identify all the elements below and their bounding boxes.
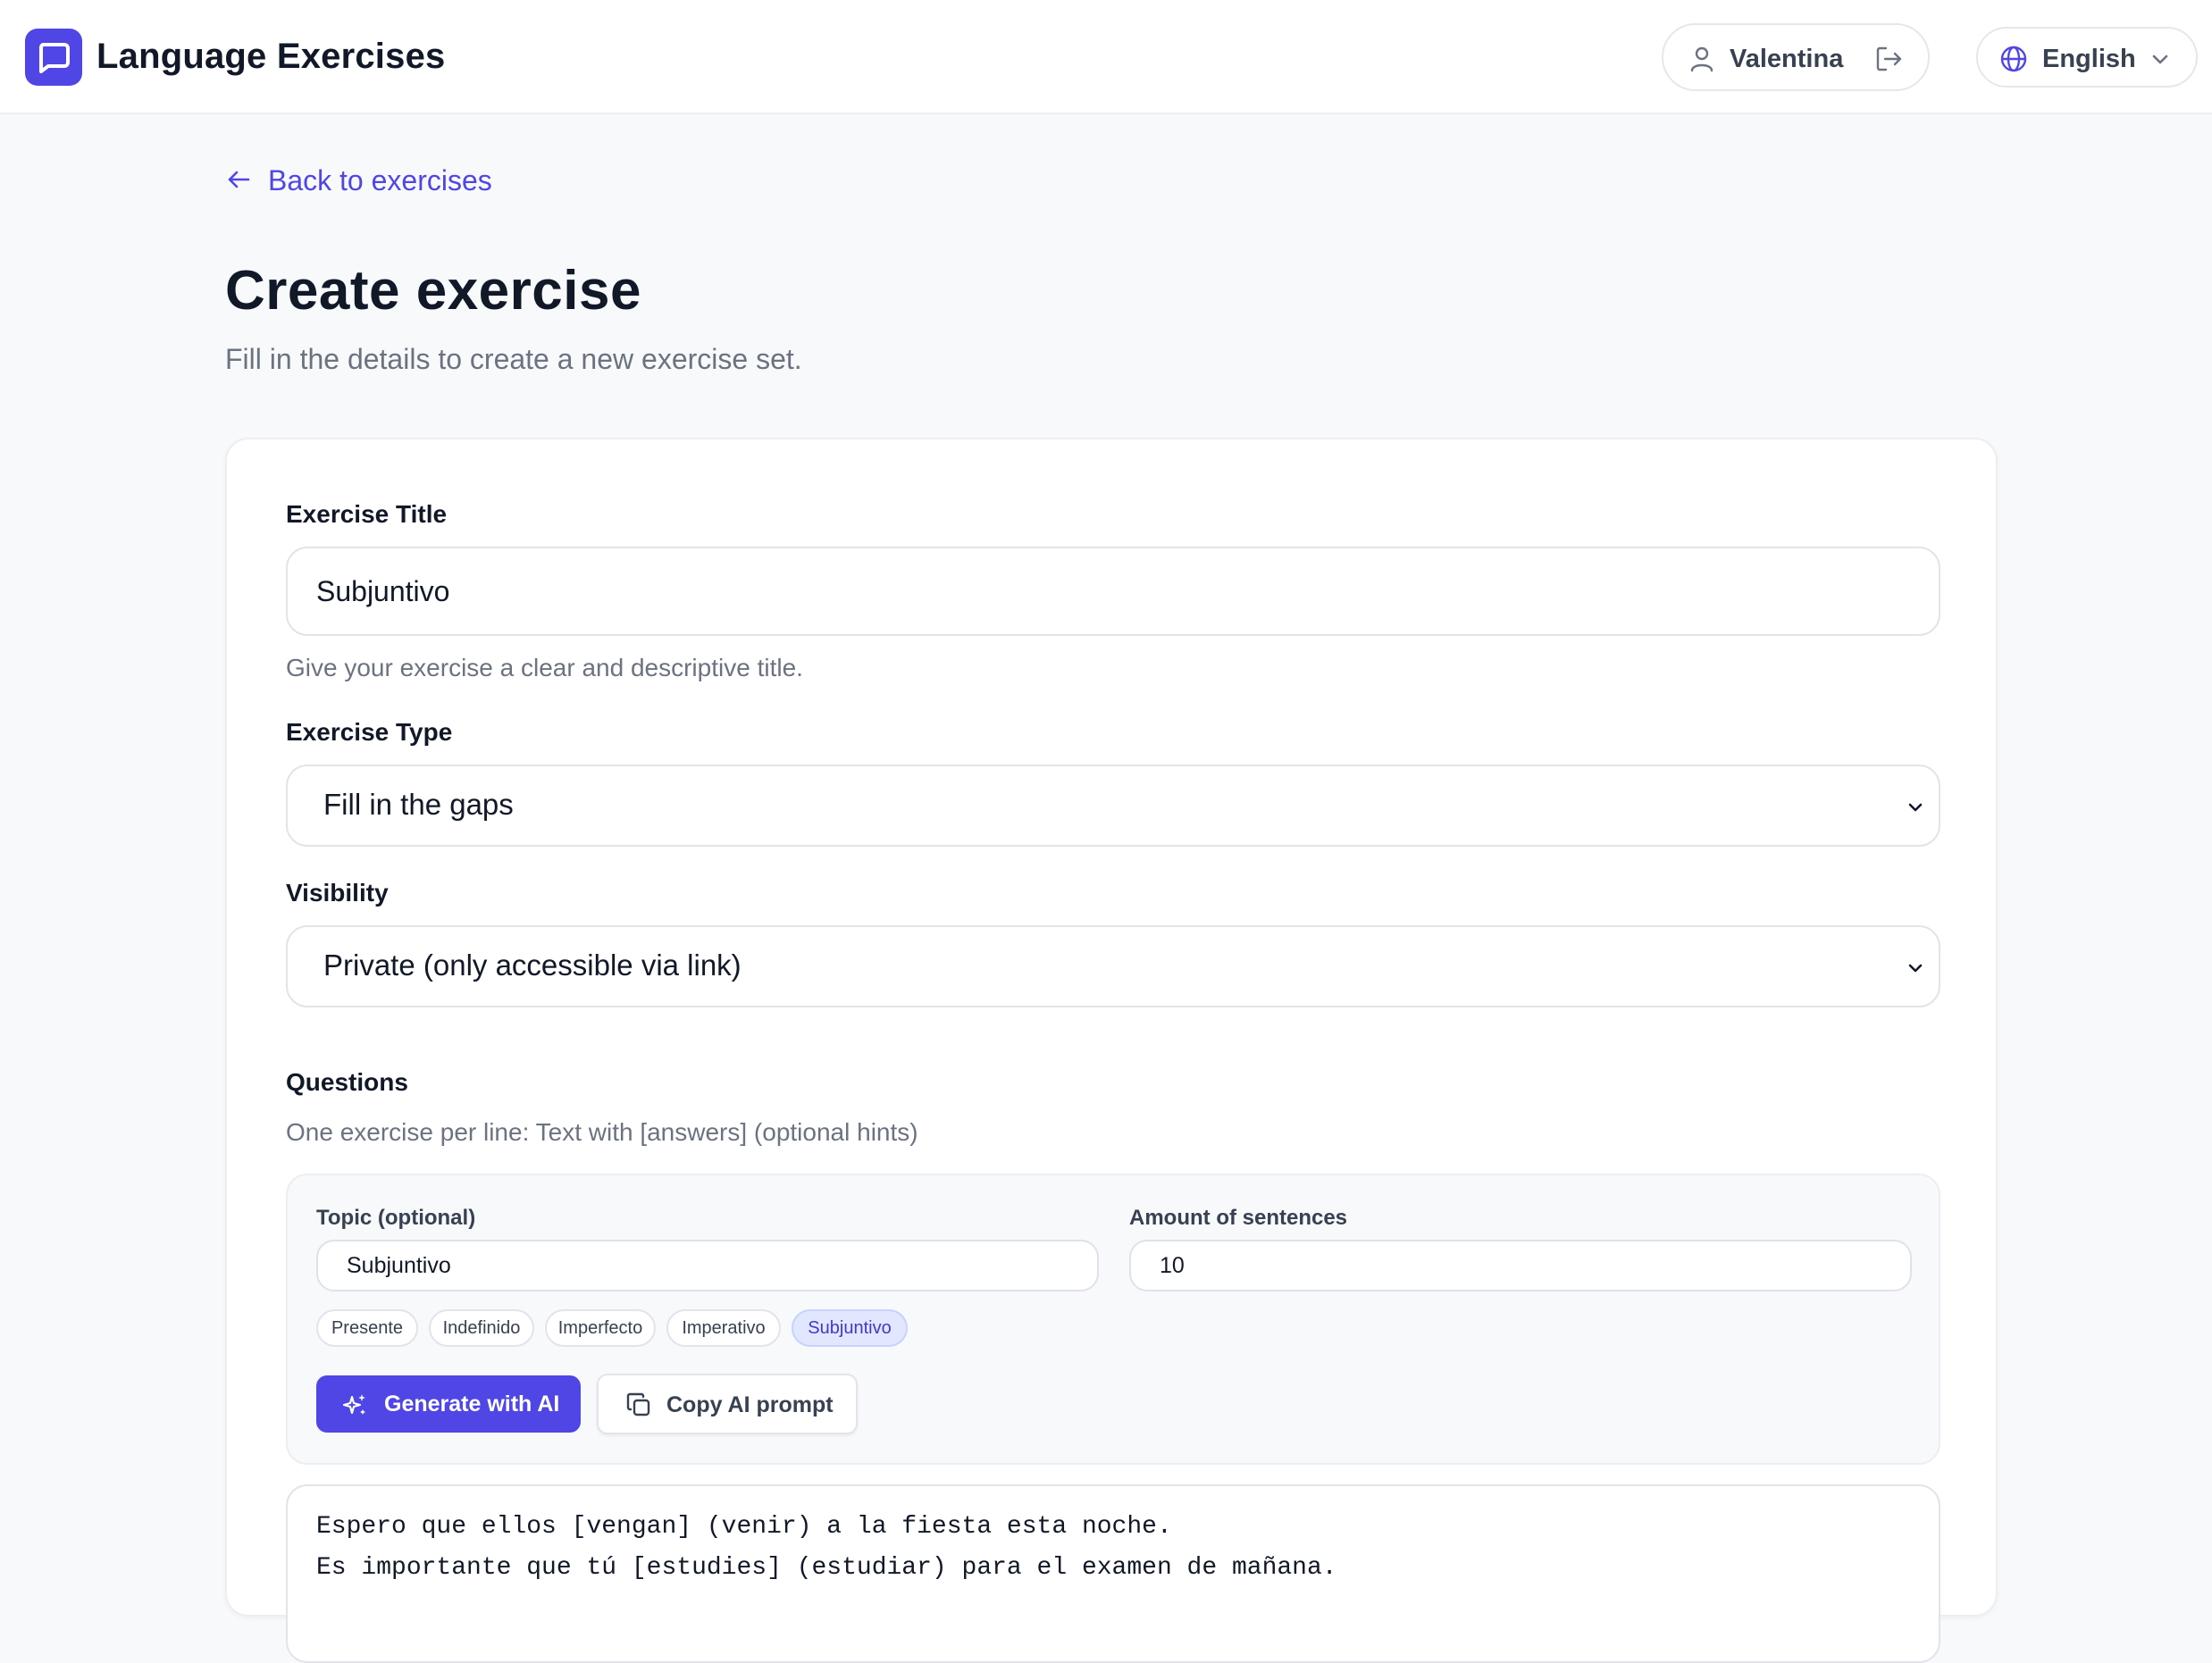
chevron-down-icon (1906, 798, 1924, 821)
copy-icon (625, 1391, 652, 1423)
visibility-select[interactable]: Private (only accessible via link) (286, 925, 1940, 1007)
sparkles-icon (341, 1391, 368, 1423)
chevron-down-icon (1906, 959, 1924, 982)
amount-input[interactable] (1129, 1240, 1912, 1291)
generate-button-label: Generate with AI (384, 1391, 560, 1416)
chevron-down-icon (2149, 48, 2171, 74)
user-icon (1688, 45, 1715, 78)
type-label: Exercise Type (286, 718, 453, 746)
app-title: Language Exercises (96, 37, 446, 76)
questions-label: Questions (286, 1068, 408, 1096)
chip-imperativo[interactable]: Imperativo (666, 1309, 781, 1347)
chip-indefinido[interactable]: Indefinido (429, 1309, 534, 1347)
copy-ai-prompt-button[interactable]: Copy AI prompt (597, 1374, 858, 1434)
questions-textarea[interactable]: Espero que ellos [vengan] (venir) a la f… (286, 1484, 1940, 1663)
app-logo-icon (25, 29, 82, 86)
language-label: English (2042, 45, 2136, 73)
topic-label: Topic (optional) (316, 1206, 476, 1230)
title-help-text: Give your exercise a clear and descripti… (286, 654, 803, 681)
app-header: Language Exercises Valentina English (0, 0, 2212, 114)
title-label: Exercise Title (286, 500, 448, 528)
chip-subjuntivo[interactable]: Subjuntivo (792, 1309, 908, 1347)
arrow-left-icon (225, 166, 252, 200)
amount-label: Amount of sentences (1129, 1206, 1348, 1230)
user-menu[interactable]: Valentina (1662, 23, 1930, 91)
copy-button-label: Copy AI prompt (666, 1392, 834, 1417)
page-title: Create exercise (225, 260, 641, 322)
question-line: Es importante que tú [estudies] (estudia… (316, 1554, 1337, 1582)
question-line: Espero que ellos [vengan] (venir) a la f… (316, 1513, 1172, 1541)
language-selector[interactable]: English (1976, 27, 2198, 88)
globe-icon (1999, 45, 2028, 78)
generate-with-ai-button[interactable]: Generate with AI (316, 1375, 581, 1433)
topic-input[interactable] (316, 1240, 1099, 1291)
visibility-value: Private (only accessible via link) (323, 948, 742, 982)
chip-imperfecto[interactable]: Imperfecto (545, 1309, 656, 1347)
ai-generation-panel: Topic (optional) Amount of sentences Pre… (286, 1174, 1940, 1465)
user-name: Valentina (1730, 45, 1844, 73)
questions-help-text: One exercise per line: Text with [answer… (286, 1118, 918, 1146)
exercise-form-card: Exercise Title Give your exercise a clea… (225, 438, 1998, 1663)
back-link-label: Back to exercises (268, 164, 492, 196)
title-input[interactable] (286, 547, 1940, 636)
exercise-type-select[interactable]: Fill in the gaps (286, 765, 1940, 847)
page-subtitle: Fill in the details to create a new exer… (225, 343, 802, 375)
logout-icon[interactable] (1874, 45, 1905, 78)
exercise-type-value: Fill in the gaps (323, 788, 514, 821)
chip-presente[interactable]: Presente (316, 1309, 418, 1347)
visibility-label: Visibility (286, 879, 389, 907)
